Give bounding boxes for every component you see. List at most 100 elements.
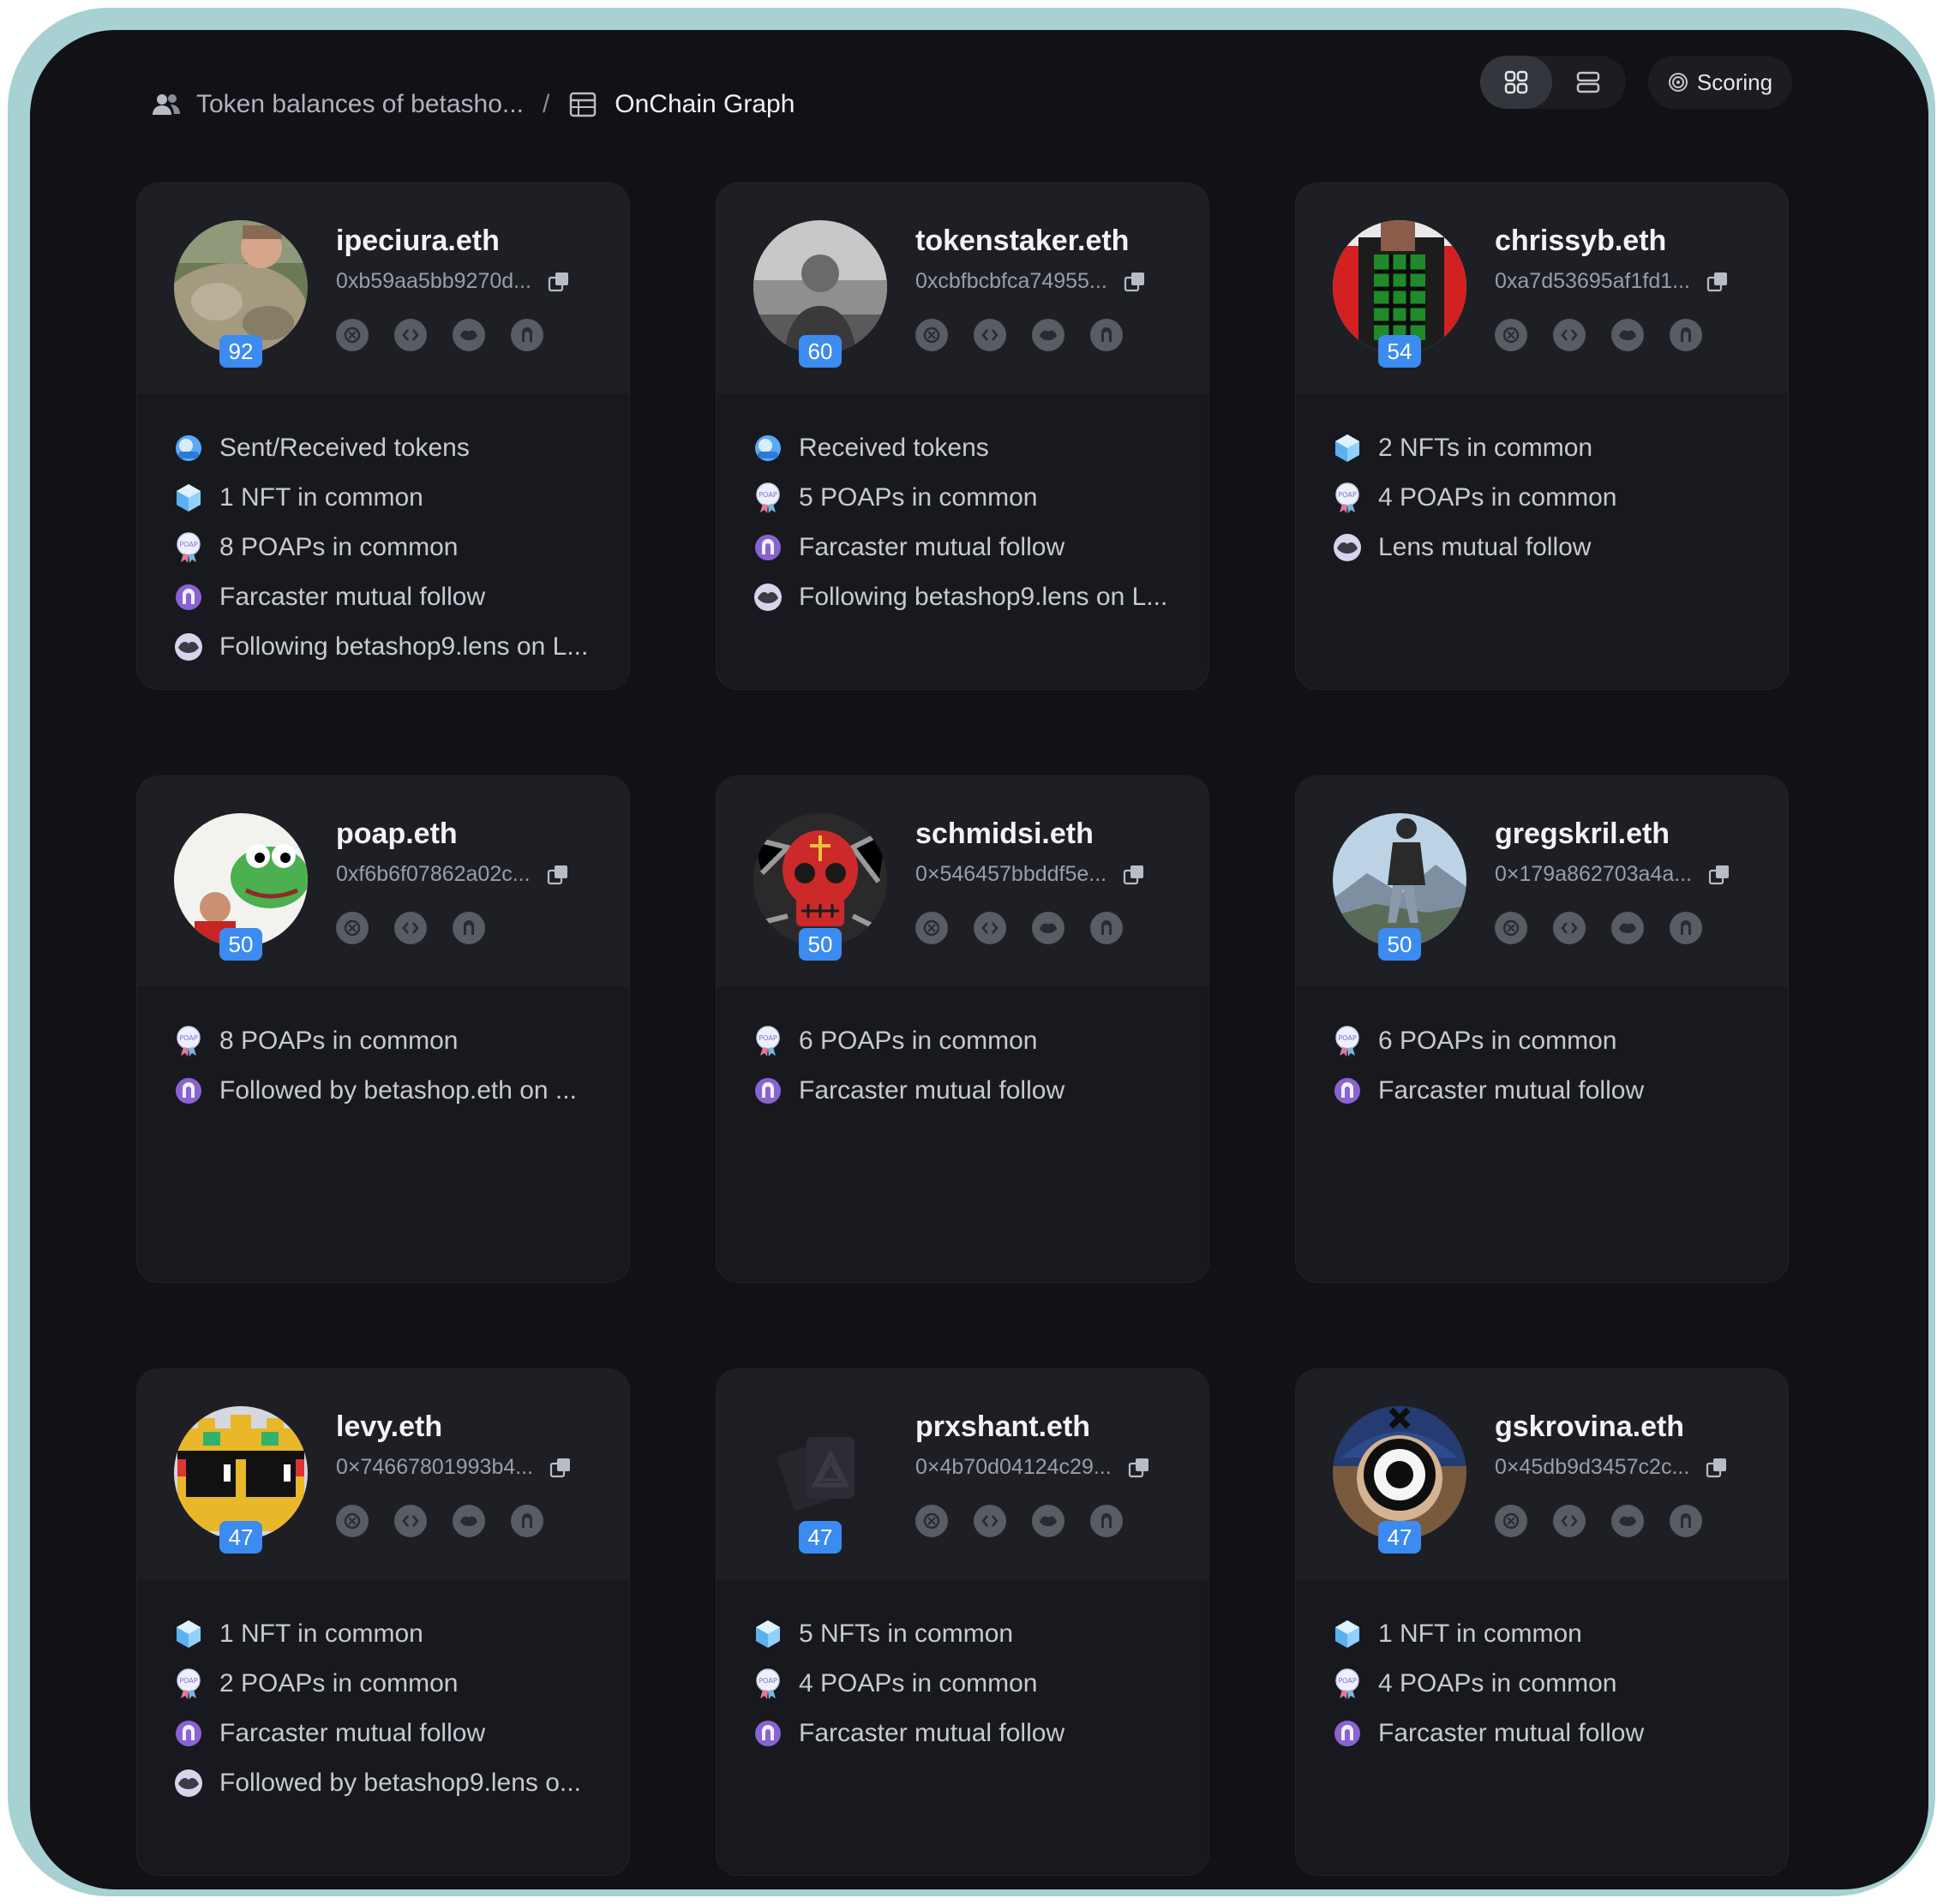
profile-name[interactable]: prxshant.eth [915,1410,1090,1444]
farcaster-icon[interactable] [511,319,543,351]
ens-icon[interactable] [336,1505,369,1537]
profile-card-9[interactable]: 47 gskrovina.eth 0×45db9d3457c2c... 1 NF… [1295,1368,1789,1876]
code-icon[interactable] [1553,1505,1586,1537]
lens-icon[interactable] [1611,1505,1644,1537]
code-icon[interactable] [974,1505,1006,1537]
copy-icon[interactable] [549,1456,573,1480]
avatar-frog[interactable] [174,813,308,947]
reason-text: Followed by betashop9.lens o... [219,1769,581,1797]
breadcrumb-parent[interactable]: Token balances of betasho... [196,90,524,119]
avatar-eye[interactable] [1333,1406,1466,1540]
code-icon[interactable] [394,912,427,944]
avatar-placeholder[interactable] [753,1406,887,1540]
lens-icon[interactable] [1032,1505,1064,1537]
ens-icon[interactable] [336,319,369,351]
reason-item: 1 NFT in common [171,473,588,523]
reason-text: 2 POAPs in common [219,1669,459,1697]
copy-icon[interactable] [1127,1456,1151,1480]
lens-icon[interactable] [1611,319,1644,351]
profile-name[interactable]: schmidsi.eth [915,817,1094,851]
breadcrumb-current: OnChain Graph [615,90,795,118]
avatar-skull[interactable] [753,813,887,947]
profile-card-2[interactable]: 60 tokenstaker.eth 0xcbfbcbfca74955... R… [716,183,1209,690]
reason-text: Farcaster mutual follow [799,1076,1065,1105]
reason-text: Following betashop9.lens on L... [219,632,589,661]
profile-name[interactable]: poap.eth [336,817,458,851]
svg-text:POAP: POAP [759,1034,777,1042]
profile-card-5[interactable]: 50 schmidsi.eth 0×546457bbddf5e... POAP 6… [716,775,1209,1283]
lens-icon[interactable] [453,319,485,351]
score-badge: 47 [1378,1521,1421,1554]
lens-icon[interactable] [453,1505,485,1537]
reason-item: Followed by betashop.eth on ... [171,1066,577,1116]
profile-card-3[interactable]: 54 chrissyb.eth 0xa7d53695af1fd1... 2 NF… [1295,183,1789,690]
token-icon [171,431,206,465]
profile-card-6[interactable]: 50 gregskril.eth 0×179a862703a4a... POAP… [1295,775,1789,1283]
farcaster-icon[interactable] [1090,319,1123,351]
farcaster-icon [1330,1716,1364,1751]
profile-card-1[interactable]: 92 ipeciura.eth 0xb59aa5bb9270d... Sent/… [136,183,630,690]
code-icon[interactable] [1553,319,1586,351]
profile-name[interactable]: gregskril.eth [1495,817,1670,851]
ens-icon[interactable] [1495,912,1527,944]
copy-icon[interactable] [1706,270,1730,294]
ens-icon[interactable] [1495,1505,1527,1537]
grid-view-button[interactable] [1480,56,1552,109]
address-row: 0xcbfbcbfca74955... [915,269,1147,294]
farcaster-icon[interactable] [1090,1505,1123,1537]
avatar-photo[interactable] [753,220,887,354]
svg-text:POAP: POAP [179,541,197,548]
profile-name[interactable]: tokenstaker.eth [915,225,1129,258]
copy-icon[interactable] [1122,863,1146,887]
code-icon[interactable] [1553,912,1586,944]
profile-name[interactable]: levy.eth [336,1410,442,1444]
profile-name[interactable]: chrissyb.eth [1495,225,1666,258]
profile-name[interactable]: gskrovina.eth [1495,1410,1684,1444]
copy-icon[interactable] [1705,1456,1729,1480]
avatar-pixel[interactable] [1333,220,1466,354]
reason-text: Farcaster mutual follow [799,533,1065,561]
farcaster-icon[interactable] [1670,1505,1702,1537]
profile-card-7[interactable]: 47 levy.eth 0×74667801993b4... 1 NFT in … [136,1368,630,1876]
lens-icon[interactable] [1032,319,1064,351]
ens-icon[interactable] [915,912,948,944]
reason-item: POAP 6 POAPs in common [751,1016,1064,1066]
reason-text: 1 NFT in common [219,1620,423,1648]
reason-item: Farcaster mutual follow [1330,1066,1644,1116]
lens-icon[interactable] [1611,912,1644,944]
ens-icon[interactable] [915,319,948,351]
code-icon[interactable] [394,319,427,351]
farcaster-icon[interactable] [511,1505,543,1537]
farcaster-icon[interactable] [1670,319,1702,351]
avatar-container: 50 [1333,813,1466,961]
reason-item: POAP 4 POAPs in common [1330,1659,1644,1709]
svg-text:POAP: POAP [179,1677,197,1685]
copy-icon[interactable] [546,863,570,887]
ens-icon[interactable] [1495,319,1527,351]
farcaster-icon[interactable] [1670,912,1702,944]
avatar-noun[interactable] [174,1406,308,1540]
ens-icon[interactable] [336,912,369,944]
code-icon[interactable] [974,319,1006,351]
code-icon[interactable] [394,1505,427,1537]
profile-card-8[interactable]: 47 prxshant.eth 0×4b70d04124c29... 5 NFT… [716,1368,1209,1876]
avatar-mountain[interactable] [1333,813,1466,947]
list-view-button[interactable] [1552,56,1624,109]
wallet-address: 0xf6b6f07862a02c... [336,862,531,886]
avatar-rock[interactable] [174,220,308,354]
reason-item: POAP 4 POAPs in common [751,1659,1064,1709]
ens-icon[interactable] [915,1505,948,1537]
farcaster-icon[interactable] [453,912,485,944]
copy-icon[interactable] [1707,863,1731,887]
copy-icon[interactable] [1123,270,1147,294]
nft-icon [1330,1617,1364,1651]
profile-name[interactable]: ipeciura.eth [336,225,500,258]
code-icon[interactable] [974,912,1006,944]
copy-icon[interactable] [547,270,571,294]
reason-text: Following betashop9.lens on L... [799,583,1168,611]
farcaster-icon[interactable] [1090,912,1123,944]
profile-card-4[interactable]: 50 poap.eth 0xf6b6f07862a02c... POAP 8 PO… [136,775,630,1283]
lens-icon[interactable] [1032,912,1064,944]
scoring-button[interactable]: Scoring [1648,56,1792,109]
reason-item: 5 NFTs in common [751,1609,1064,1659]
